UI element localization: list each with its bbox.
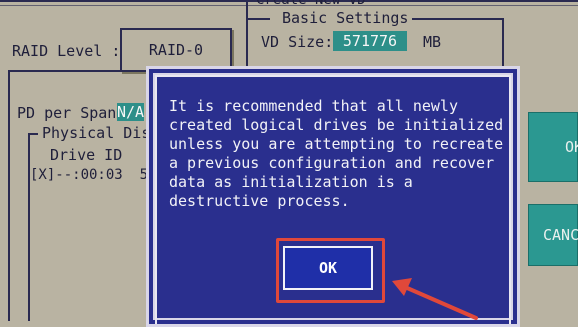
basic-settings-border-top-right [412,18,502,20]
vd-size-unit: MB [423,33,442,51]
dialog-message: It is recommended that all newly created… [169,97,504,210]
vd-size-input[interactable]: 571776 [333,31,407,51]
raid-level-label: RAID Level : [12,42,121,60]
pd-per-span-field[interactable]: N/A [117,103,144,121]
side-cancel-label: CANC [543,226,578,244]
red-arrow-icon [392,278,478,320]
physical-disk-title: Physical Disk [42,124,160,142]
basic-settings-border-top [246,18,270,20]
left-panel-border [8,70,10,321]
drive-row[interactable]: [X]--:00:03 57 [30,166,156,184]
basic-settings-border-left [246,0,248,70]
physical-disk-box-left [28,133,30,321]
vd-size-label: VD Size: [261,33,334,51]
dialog-ok-label: OK [318,259,338,277]
screen-header: Create New VD [256,0,366,8]
side-cancel-button[interactable]: CANC [528,204,578,266]
drive-id-header: Drive ID [50,146,123,164]
basic-settings-border-right [502,18,504,68]
dialog-ok-button[interactable]: OK [283,246,373,290]
basic-settings-title: Basic Settings [282,9,409,27]
side-ok-button[interactable]: OK [528,112,578,182]
raid-level-value: RAID-0 [148,41,204,59]
side-ok-label: OK [565,138,578,156]
